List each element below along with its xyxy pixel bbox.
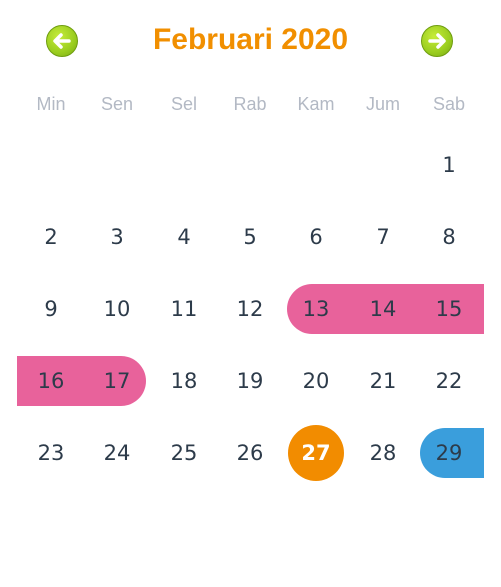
weekday-label: Jum <box>365 94 400 114</box>
day-cell[interactable]: 5 <box>217 212 283 262</box>
day-cell[interactable]: 29 <box>416 428 482 478</box>
day-cell[interactable]: 1 <box>416 140 482 190</box>
day-cell[interactable]: 26 <box>217 428 283 478</box>
day-cell[interactable]: 12 <box>217 284 283 334</box>
day-cell[interactable]: 10 <box>84 284 150 334</box>
day-cell[interactable]: 20 <box>283 356 349 406</box>
day-cell[interactable]: 3 <box>84 212 150 262</box>
day-cell[interactable]: 28 <box>350 428 416 478</box>
weekday-label: Rab <box>233 94 267 114</box>
day-cell[interactable]: 27 <box>283 428 349 478</box>
weekday-label: Min <box>36 94 66 114</box>
day-cell[interactable]: 11 <box>151 284 217 334</box>
day-cell[interactable]: 14 <box>350 284 416 334</box>
day-cell[interactable]: 15 <box>416 284 482 334</box>
day-cell[interactable]: 6 <box>283 212 349 262</box>
weekday-label: Sel <box>170 94 197 114</box>
day-cell[interactable]: 8 <box>416 212 482 262</box>
day-cell[interactable]: 4 <box>151 212 217 262</box>
next-month-button[interactable] <box>421 25 453 57</box>
day-cell[interactable]: 23 <box>18 428 84 478</box>
day-cell[interactable]: 9 <box>18 284 84 334</box>
weekday-label: Sen <box>100 94 134 114</box>
day-cell[interactable]: 19 <box>217 356 283 406</box>
day-cell[interactable]: 18 <box>151 356 217 406</box>
day-cell[interactable]: 16 <box>18 356 84 406</box>
day-cell[interactable]: 2 <box>18 212 84 262</box>
day-cell[interactable]: 13 <box>283 284 349 334</box>
day-cell[interactable]: 24 <box>84 428 150 478</box>
day-cell[interactable]: 17 <box>84 356 150 406</box>
day-cell[interactable]: 21 <box>350 356 416 406</box>
weekday-label: Kam <box>297 94 335 114</box>
day-cell[interactable]: 7 <box>350 212 416 262</box>
arrow-right-icon <box>428 33 446 49</box>
weekday-label: Sab <box>432 94 466 114</box>
day-cell[interactable]: 22 <box>416 356 482 406</box>
day-cell[interactable]: 25 <box>151 428 217 478</box>
